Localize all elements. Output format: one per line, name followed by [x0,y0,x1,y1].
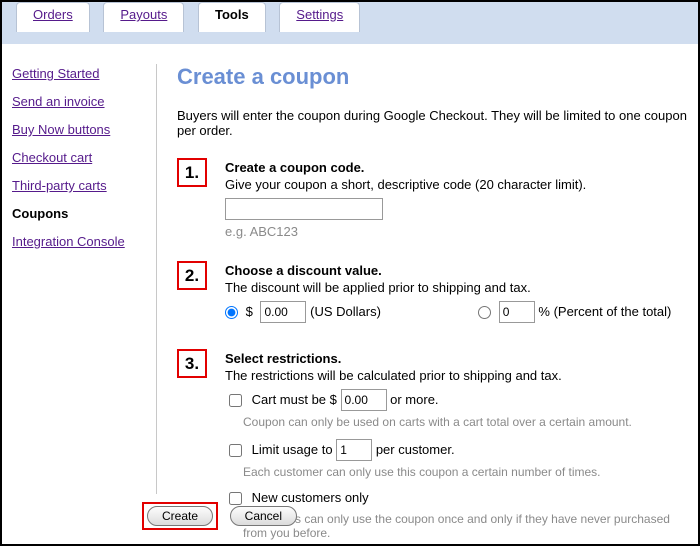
discount-dollar-radio[interactable] [225,306,238,319]
cart-min-note: Coupon can only be used on carts with a … [243,415,688,429]
tab-orders-label[interactable]: Orders [33,7,73,22]
discount-percent-suffix: % (Percent of the total) [538,304,671,319]
step-2-number: 2. [177,261,207,290]
cart-min-post: or more. [390,392,438,407]
discount-percent-radio[interactable] [478,306,491,319]
sidebar-item-coupons[interactable]: Coupons [12,206,156,221]
step-3-number: 3. [177,349,207,378]
tab-payouts[interactable]: Payouts [103,2,184,32]
step-3-sub: The restrictions will be calculated prio… [225,368,688,383]
cart-min-checkbox[interactable] [229,394,242,407]
tab-tools-label: Tools [215,7,249,22]
step-1-number: 1. [177,158,207,187]
page-title: Create a coupon [177,64,688,90]
button-bar: Create Cancel [142,502,297,530]
page-intro: Buyers will enter the coupon during Goog… [177,108,688,138]
limit-usage-checkbox[interactable] [229,444,242,457]
sidebar-item-checkout-cart[interactable]: Checkout cart [12,150,156,165]
discount-dollar-suffix: (US Dollars) [310,304,381,319]
discount-percent-input[interactable] [499,301,535,323]
tab-payouts-label[interactable]: Payouts [120,7,167,22]
step-1-heading: Create a coupon code. [225,160,688,175]
limit-usage-pre: Limit usage to [252,442,333,457]
coupon-code-hint: e.g. ABC123 [225,224,688,239]
limit-usage-post: per customer. [376,442,455,457]
currency-symbol: $ [246,304,253,319]
tab-settings-label[interactable]: Settings [296,7,343,22]
discount-dollar-input[interactable] [260,301,306,323]
sidebar-item-integration[interactable]: Integration Console [12,234,156,249]
step-1-sub: Give your coupon a short, descriptive co… [225,177,688,192]
cancel-button[interactable]: Cancel [230,506,297,526]
limit-usage-input[interactable] [336,439,372,461]
main-panel: Create a coupon Buyers will enter the co… [157,44,698,544]
step-2: 2. Choose a discount value. The discount… [177,263,688,327]
new-customers-note: Customers can only use the coupon once a… [243,512,688,540]
create-button[interactable]: Create [147,506,213,526]
step-3-heading: Select restrictions. [225,351,688,366]
sidebar-item-buy-now[interactable]: Buy Now buttons [12,122,156,137]
top-tab-bar: Orders Payouts Tools Settings [2,2,698,44]
tab-orders[interactable]: Orders [16,2,90,32]
create-button-highlight: Create [142,502,218,530]
step-1: 1. Create a coupon code. Give your coupo… [177,160,688,239]
cart-min-input[interactable] [341,389,387,411]
coupon-code-input[interactable] [225,198,383,220]
cart-min-pre: Cart must be $ [252,392,337,407]
step-2-sub: The discount will be applied prior to sh… [225,280,688,295]
tab-tools[interactable]: Tools [198,2,266,32]
sidebar-item-send-invoice[interactable]: Send an invoice [12,94,156,109]
tab-settings[interactable]: Settings [279,2,360,32]
step-2-heading: Choose a discount value. [225,263,688,278]
sidebar: Getting Started Send an invoice Buy Now … [2,44,156,544]
sidebar-item-third-party[interactable]: Third-party carts [12,178,156,193]
sidebar-item-getting-started[interactable]: Getting Started [12,66,156,81]
limit-usage-note: Each customer can only use this coupon a… [243,465,688,479]
